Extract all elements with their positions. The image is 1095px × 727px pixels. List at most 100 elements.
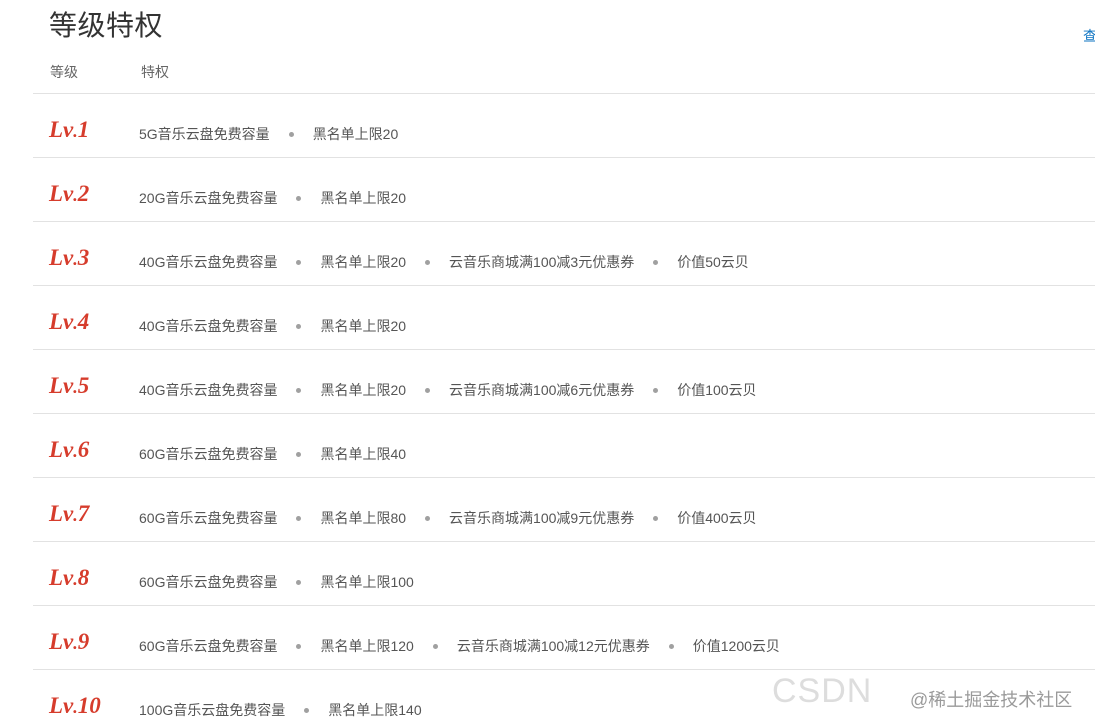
privilege-item: 云音乐商城满100减6元优惠券 <box>449 382 635 398</box>
bullet-separator-icon <box>425 515 431 521</box>
level-prefix: Lv <box>49 245 74 270</box>
privilege-item: 60G音乐云盘免费容量 <box>139 574 278 590</box>
bullet-separator-icon <box>653 515 659 521</box>
privilege-item: 云音乐商城满100减9元优惠券 <box>449 510 635 526</box>
column-header-level: 等级 <box>50 64 78 80</box>
bullet-separator-icon <box>296 515 302 521</box>
page-title: 等级特权 <box>49 10 164 41</box>
privilege-item: 价值100云贝 <box>677 382 757 398</box>
privilege-list: 20G音乐云盘免费容量 黑名单上限20 <box>139 188 406 208</box>
level-number: 4 <box>77 309 90 334</box>
level-badge: Lv.9 <box>49 628 89 657</box>
level-prefix: Lv <box>49 693 74 718</box>
bullet-separator-icon <box>432 643 438 649</box>
level-badge: Lv.5 <box>49 372 89 401</box>
level-number: 9 <box>77 629 90 654</box>
level-prefix: Lv <box>49 181 74 206</box>
privilege-list: 60G音乐云盘免费容量 黑名单上限100 <box>139 572 414 592</box>
level-number: 5 <box>77 373 90 398</box>
level-table: Lv.1 5G音乐云盘免费容量 黑名单上限20 Lv.2 20G音乐云盘免费容量 黑名单上… <box>33 93 1095 727</box>
privilege-item: 黑名单上限100 <box>320 574 414 590</box>
privilege-item: 价值400云贝 <box>677 510 757 526</box>
bullet-separator-icon <box>296 451 302 457</box>
csdn-watermark: CSDN <box>772 672 873 710</box>
privilege-item: 黑名单上限20 <box>320 382 407 398</box>
level-number: 8 <box>77 565 90 590</box>
level-prefix: Lv <box>49 373 74 398</box>
privilege-list: 60G音乐云盘免费容量 黑名单上限40 <box>139 444 406 464</box>
level-privileges-page: 等级特权 查 等级 特权 Lv.1 5G音乐云盘免费容量 黑名单上限20 Lv.2 20… <box>0 0 1095 727</box>
privilege-item: 40G音乐云盘免费容量 <box>139 382 278 398</box>
bullet-separator-icon <box>296 259 302 265</box>
bullet-separator-icon <box>296 387 302 393</box>
privilege-list: 5G音乐云盘免费容量 黑名单上限20 <box>139 124 398 144</box>
privilege-item: 100G音乐云盘免费容量 <box>139 702 286 718</box>
level-number: 7 <box>77 501 90 526</box>
privilege-item: 黑名单上限120 <box>320 638 414 654</box>
level-badge: Lv.8 <box>49 564 89 593</box>
level-badge: Lv.6 <box>49 436 89 465</box>
level-badge: Lv.10 <box>49 692 101 721</box>
privilege-item: 20G音乐云盘免费容量 <box>139 190 278 206</box>
bullet-separator-icon <box>296 643 302 649</box>
level-number: 1 <box>77 117 90 142</box>
level-prefix: Lv <box>49 437 74 462</box>
level-row: Lv.6 60G音乐云盘免费容量 黑名单上限40 <box>33 414 1095 478</box>
privilege-item: 黑名单上限140 <box>328 702 422 718</box>
level-row: Lv.2 20G音乐云盘免费容量 黑名单上限20 <box>33 158 1095 222</box>
level-number: 3 <box>77 245 90 270</box>
level-badge: Lv.7 <box>49 500 89 529</box>
bullet-separator-icon <box>296 579 302 585</box>
level-prefix: Lv <box>49 501 74 526</box>
bullet-separator-icon <box>653 387 659 393</box>
bullet-separator-icon <box>296 323 302 329</box>
level-row: Lv.3 40G音乐云盘免费容量 黑名单上限20 云音乐商城满100减3元优惠券 价值5… <box>33 222 1095 286</box>
privilege-list: 40G音乐云盘免费容量 黑名单上限20 <box>139 316 406 336</box>
level-number: 10 <box>77 693 101 718</box>
bullet-separator-icon <box>425 387 431 393</box>
level-number: 6 <box>77 437 90 462</box>
bullet-separator-icon <box>304 707 310 713</box>
level-prefix: Lv <box>49 629 74 654</box>
privilege-item: 黑名单上限20 <box>312 126 399 142</box>
privilege-item: 黑名单上限20 <box>320 254 407 270</box>
level-prefix: Lv <box>49 565 74 590</box>
level-row: Lv.7 60G音乐云盘免费容量 黑名单上限80 云音乐商城满100减9元优惠券 价值4… <box>33 478 1095 542</box>
privilege-list: 100G音乐云盘免费容量 黑名单上限140 <box>139 700 422 720</box>
privilege-item: 黑名单上限20 <box>320 190 407 206</box>
privilege-item: 价值50云贝 <box>677 254 749 270</box>
privilege-item: 60G音乐云盘免费容量 <box>139 446 278 462</box>
level-number: 2 <box>77 181 90 206</box>
level-prefix: Lv <box>49 117 74 142</box>
privilege-item: 40G音乐云盘免费容量 <box>139 318 278 334</box>
level-badge: Lv.1 <box>49 116 89 145</box>
privilege-item: 价值1200云贝 <box>692 638 780 654</box>
column-header-privilege: 特权 <box>141 64 169 80</box>
privilege-item: 黑名单上限80 <box>320 510 407 526</box>
privilege-item: 黑名单上限20 <box>320 318 407 334</box>
level-badge: Lv.3 <box>49 244 89 273</box>
privilege-list: 40G音乐云盘免费容量 黑名单上限20 云音乐商城满100减6元优惠券 价值100云贝 <box>139 380 757 400</box>
view-more-link[interactable]: 查 <box>1083 26 1095 46</box>
juejin-watermark: @稀土掘金技术社区 <box>910 690 1073 710</box>
level-row: Lv.5 40G音乐云盘免费容量 黑名单上限20 云音乐商城满100减6元优惠券 价值1… <box>33 350 1095 414</box>
bullet-separator-icon <box>653 259 659 265</box>
privilege-list: 60G音乐云盘免费容量 黑名单上限80 云音乐商城满100减9元优惠券 价值400云贝 <box>139 508 757 528</box>
level-row: Lv.9 60G音乐云盘免费容量 黑名单上限120 云音乐商城满100减12元优惠券 价… <box>33 606 1095 670</box>
privilege-item: 云音乐商城满100减3元优惠券 <box>449 254 635 270</box>
level-prefix: Lv <box>49 309 74 334</box>
privilege-item: 60G音乐云盘免费容量 <box>139 638 278 654</box>
level-row: Lv.1 5G音乐云盘免费容量 黑名单上限20 <box>33 94 1095 158</box>
level-badge: Lv.2 <box>49 180 89 209</box>
privilege-list: 60G音乐云盘免费容量 黑名单上限120 云音乐商城满100减12元优惠券 价值120… <box>139 636 780 656</box>
privilege-item: 云音乐商城满100减12元优惠券 <box>456 638 650 654</box>
privilege-item: 黑名单上限40 <box>320 446 407 462</box>
privilege-item: 60G音乐云盘免费容量 <box>139 510 278 526</box>
bullet-separator-icon <box>668 643 674 649</box>
level-badge: Lv.4 <box>49 308 89 337</box>
privilege-list: 40G音乐云盘免费容量 黑名单上限20 云音乐商城满100减3元优惠券 价值50云贝 <box>139 252 749 272</box>
level-row: Lv.8 60G音乐云盘免费容量 黑名单上限100 <box>33 542 1095 606</box>
bullet-separator-icon <box>425 259 431 265</box>
level-row: Lv.4 40G音乐云盘免费容量 黑名单上限20 <box>33 286 1095 350</box>
bullet-separator-icon <box>296 195 302 201</box>
